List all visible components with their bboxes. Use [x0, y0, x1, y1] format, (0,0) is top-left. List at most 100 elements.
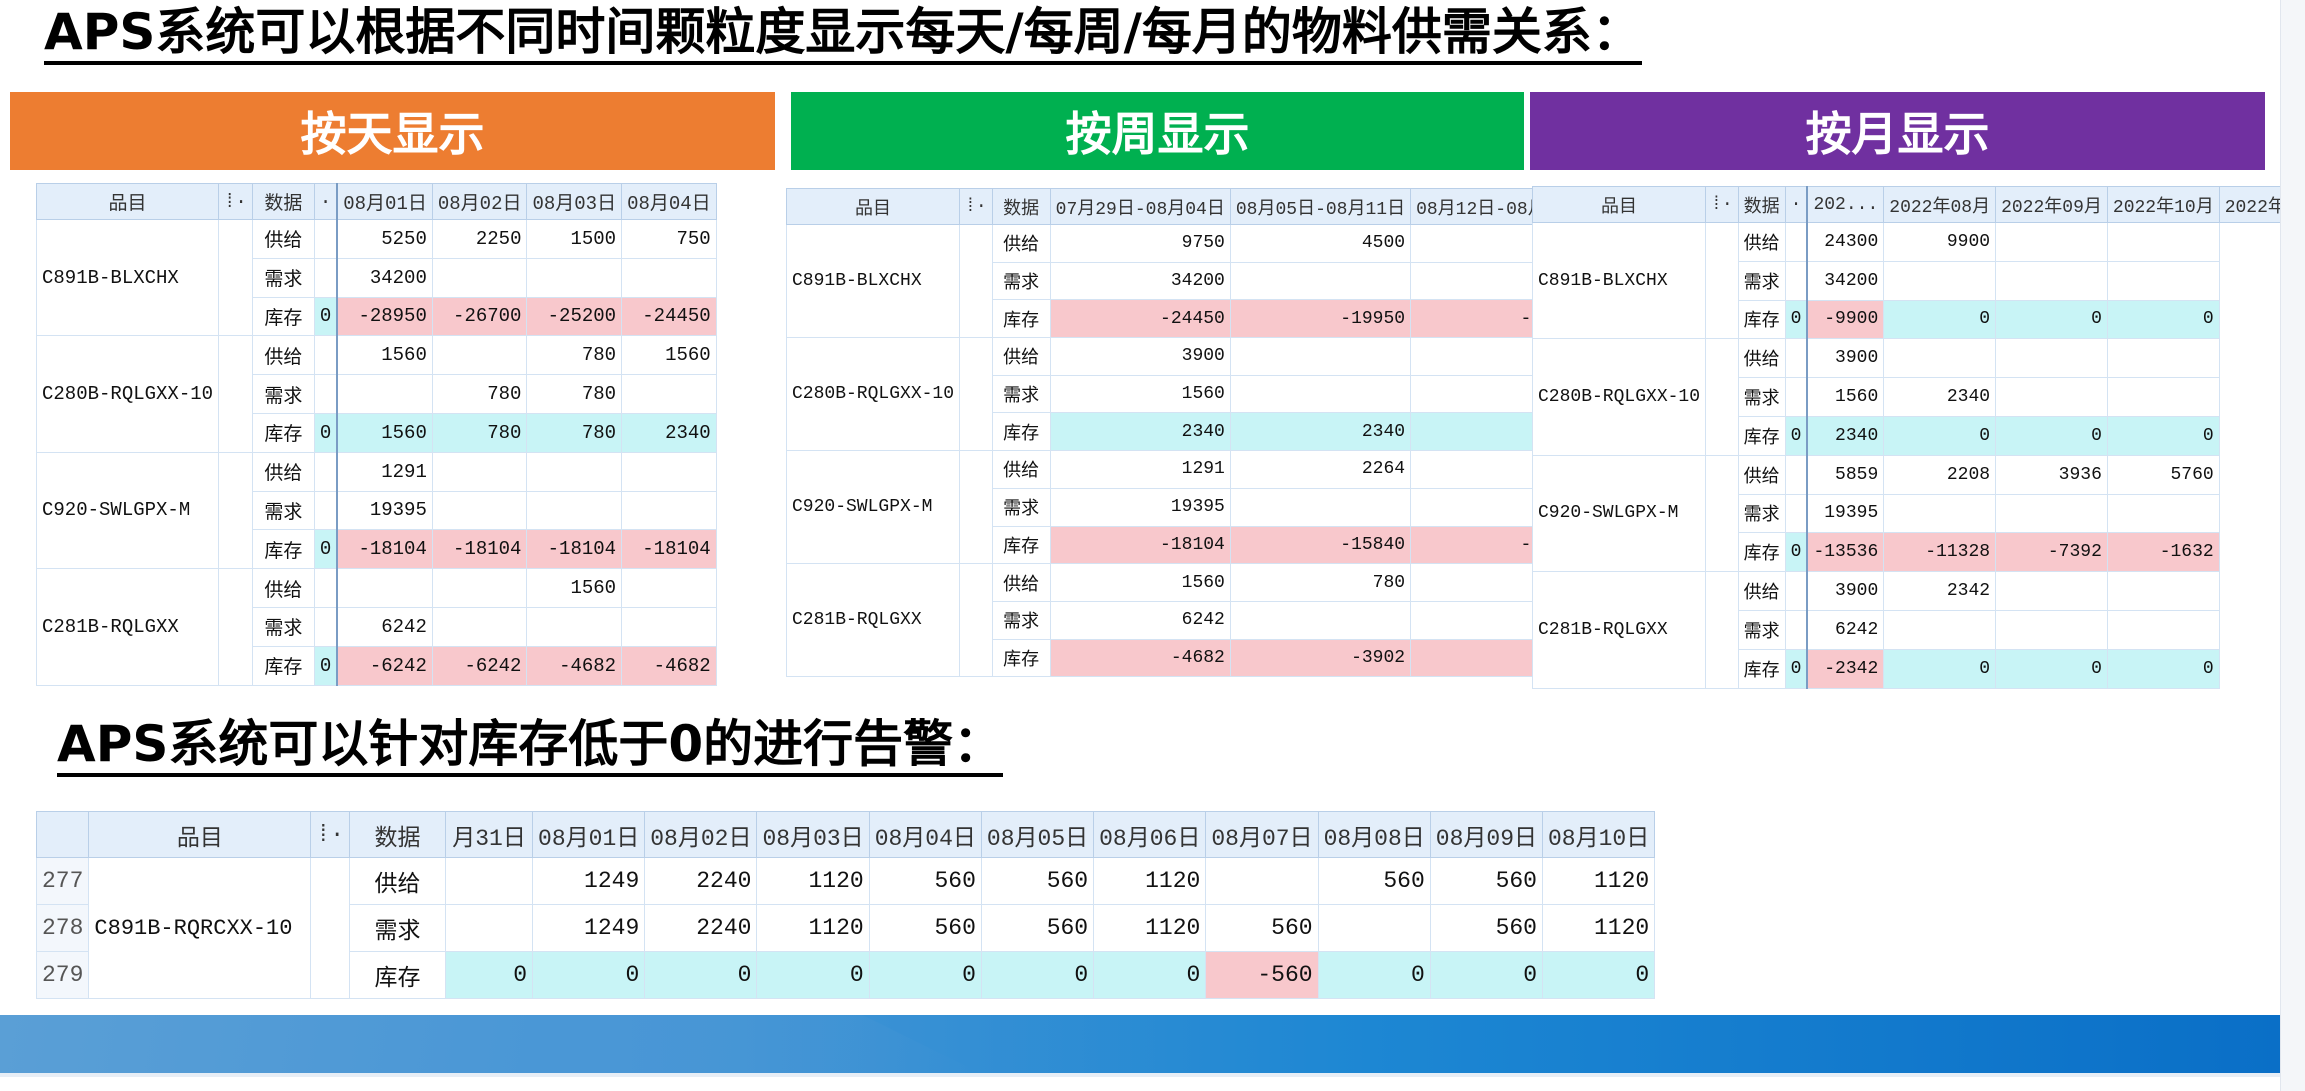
- value-cell[interactable]: 780: [526, 374, 623, 414]
- value-cell[interactable]: 0: [1995, 648, 2108, 689]
- value-cell[interactable]: 5859: [1806, 454, 1885, 495]
- value-cell[interactable]: 0: [1995, 299, 2108, 340]
- value-cell[interactable]: [2106, 609, 2220, 650]
- item-code-cell[interactable]: C280B-RQLGXX-10: [35, 335, 220, 453]
- column-header-period[interactable]: 2022年10月: [2106, 186, 2220, 223]
- value-cell[interactable]: 1291: [1049, 450, 1231, 489]
- item-code-cell[interactable]: C281B-RQLGXX: [35, 568, 220, 686]
- value-cell[interactable]: 0: [2106, 648, 2220, 689]
- value-cell[interactable]: -6242: [431, 645, 528, 686]
- column-header-period[interactable]: 08月01日: [532, 811, 646, 858]
- column-header-period[interactable]: 08月05日-08月11日: [1229, 188, 1412, 225]
- value-cell[interactable]: [1205, 857, 1319, 905]
- value-cell[interactable]: 0: [1883, 299, 1997, 340]
- value-cell[interactable]: 1249: [532, 904, 646, 952]
- value-cell[interactable]: 0: [756, 951, 870, 999]
- column-header-period[interactable]: 08月09日: [1429, 811, 1544, 858]
- value-cell[interactable]: [621, 257, 717, 298]
- value-cell[interactable]: [2106, 493, 2220, 534]
- value-cell[interactable]: 2340: [1883, 377, 1997, 417]
- column-header-period[interactable]: 08月04日: [868, 811, 982, 858]
- value-cell[interactable]: [621, 490, 717, 531]
- value-cell[interactable]: -18104: [336, 529, 433, 570]
- value-cell[interactable]: -1632: [2106, 532, 2220, 573]
- expand-icon[interactable]: ⁞·: [310, 811, 351, 858]
- item-code-cell[interactable]: C281B-RQLGXX: [1531, 571, 1707, 689]
- value-cell[interactable]: 0: [980, 951, 1095, 999]
- table-row[interactable]: C920-SWLGPX-M 供给 5859 2208 3936 5760: [1531, 454, 2305, 573]
- value-cell[interactable]: 0: [2106, 299, 2220, 340]
- value-cell[interactable]: 0: [1541, 951, 1656, 999]
- value-cell[interactable]: [431, 490, 528, 531]
- value-cell[interactable]: [526, 257, 623, 298]
- value-cell[interactable]: 3936: [1995, 454, 2108, 495]
- value-cell[interactable]: -4682: [526, 645, 623, 686]
- value-cell[interactable]: 1249: [532, 857, 646, 905]
- value-cell[interactable]: 1560: [1049, 374, 1231, 414]
- table-row[interactable]: C281B-RQLGXX 供给 1560: [35, 568, 717, 686]
- value-cell[interactable]: 1560: [1806, 377, 1885, 417]
- value-cell[interactable]: 2240: [644, 857, 758, 905]
- value-cell[interactable]: 0: [2106, 415, 2220, 456]
- value-cell[interactable]: 1560: [336, 335, 433, 376]
- value-cell[interactable]: 2250: [431, 219, 528, 259]
- value-cell[interactable]: 780: [526, 335, 623, 376]
- value-cell[interactable]: 3900: [1806, 571, 1885, 611]
- value-cell[interactable]: [431, 606, 528, 647]
- column-header-period[interactable]: 08月03日: [526, 183, 623, 220]
- value-cell[interactable]: [2106, 338, 2220, 379]
- value-cell[interactable]: 0: [644, 951, 758, 999]
- item-code-cell[interactable]: C891B-BLXCHX: [1531, 221, 1707, 340]
- value-cell[interactable]: 1560: [621, 335, 717, 376]
- value-cell[interactable]: 0: [1883, 415, 1997, 456]
- value-cell[interactable]: 750: [621, 219, 717, 259]
- column-header-data[interactable]: 数据: [991, 188, 1051, 225]
- value-cell[interactable]: 1120: [756, 904, 870, 952]
- item-code-cell[interactable]: C891B-BLXCHX: [35, 218, 220, 337]
- value-cell[interactable]: 24300: [1806, 222, 1885, 262]
- value-cell[interactable]: 2208: [1883, 454, 1997, 495]
- value-cell[interactable]: 0: [1429, 951, 1544, 999]
- value-cell[interactable]: 1120: [756, 857, 870, 905]
- value-cell[interactable]: 1120: [1541, 857, 1656, 905]
- value-cell[interactable]: 6242: [336, 606, 433, 647]
- table-row[interactable]: C280B-RQLGXX-10 供给 3900: [1531, 338, 2305, 456]
- value-cell[interactable]: [2106, 222, 2220, 262]
- column-header-period[interactable]: 08月07日: [1205, 811, 1319, 858]
- value-cell[interactable]: -6242: [336, 645, 433, 686]
- value-cell[interactable]: [431, 257, 528, 298]
- item-code-cell[interactable]: C280B-RQLGXX-10: [1531, 338, 1707, 456]
- expand-icon[interactable]: ⁞·: [1705, 186, 1739, 223]
- value-cell[interactable]: 0: [1883, 648, 1997, 689]
- expand-icon[interactable]: ⁞·: [959, 188, 993, 225]
- table-row[interactable]: C920-SWLGPX-M 供给 1291: [35, 451, 717, 570]
- value-cell[interactable]: 1560: [526, 568, 623, 608]
- value-cell[interactable]: 5760: [2106, 454, 2220, 495]
- expand-icon[interactable]: ⁞·: [218, 183, 253, 220]
- value-cell[interactable]: -24450: [1049, 299, 1231, 339]
- column-header-item[interactable]: 品目: [1531, 186, 1707, 223]
- value-cell[interactable]: 4500: [1229, 224, 1412, 263]
- value-cell[interactable]: [1229, 261, 1412, 301]
- table-row[interactable]: C891B-BLXCHX 供给 24300 9900: [1531, 221, 2305, 340]
- item-code-cell[interactable]: C920-SWLGPX-M: [35, 451, 220, 570]
- value-cell[interactable]: [1883, 260, 1997, 301]
- value-cell[interactable]: 6242: [1806, 609, 1885, 650]
- value-cell[interactable]: -25200: [526, 296, 623, 337]
- value-cell[interactable]: [1995, 493, 2108, 534]
- value-cell[interactable]: -7392: [1995, 532, 2108, 573]
- value-cell[interactable]: 1120: [1093, 857, 1207, 905]
- value-cell[interactable]: 2340: [1806, 415, 1885, 456]
- value-cell[interactable]: -9900: [1806, 299, 1885, 340]
- value-cell[interactable]: -18104: [526, 529, 623, 570]
- value-cell[interactable]: 5250: [336, 219, 433, 259]
- column-header-period[interactable]: 202...: [1806, 186, 1885, 223]
- value-cell[interactable]: 1560: [336, 412, 433, 453]
- value-cell[interactable]: [1229, 337, 1412, 376]
- value-cell[interactable]: [2106, 377, 2220, 417]
- value-cell[interactable]: 560: [980, 904, 1095, 952]
- value-cell[interactable]: [1317, 904, 1431, 952]
- value-cell[interactable]: [1995, 222, 2108, 262]
- value-cell[interactable]: [445, 904, 534, 952]
- value-cell[interactable]: 0: [1317, 951, 1431, 999]
